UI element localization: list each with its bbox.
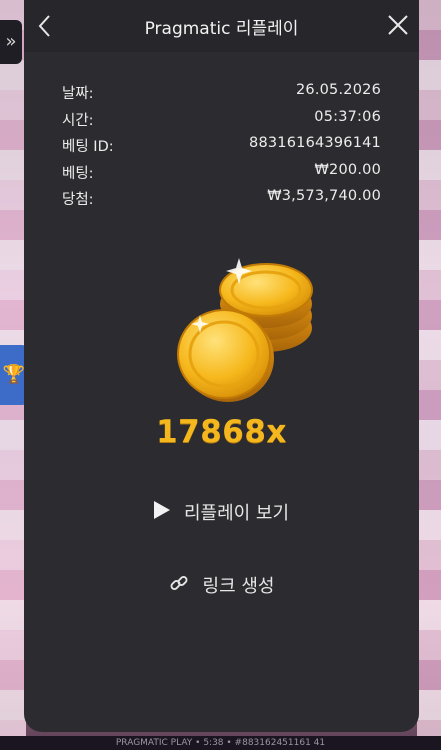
- info-row-bet-id: 베팅 ID: 88316164396141: [62, 135, 381, 162]
- modal-title: Pragmatic 리플레이: [144, 19, 299, 39]
- modal-header: Pragmatic 리플레이: [24, 0, 419, 52]
- watch-replay-label: 리플레이 보기: [183, 503, 290, 524]
- create-link-label: 링크 생성: [202, 576, 275, 597]
- date-label: 날짜:: [62, 86, 94, 102]
- win-multiplier: 17868x: [156, 414, 287, 450]
- win-value: ₩3,573,740.00: [267, 188, 381, 204]
- bet-id-label: 베팅 ID:: [62, 139, 114, 155]
- time-label: 시간:: [62, 112, 94, 129]
- bet-label: 베팅:: [62, 165, 94, 182]
- info-row-date: 날짜: 26.05.2026: [62, 82, 381, 109]
- trophy-icon: 🏆: [2, 364, 26, 385]
- create-link-button[interactable]: 링크 생성: [24, 570, 419, 600]
- bet-id-value: 88316164396141: [249, 135, 381, 151]
- close-icon: [388, 15, 408, 35]
- expand-panel-button[interactable]: »: [0, 20, 22, 64]
- date-value: 26.05.2026: [295, 82, 381, 98]
- win-label: 당첨:: [62, 192, 94, 208]
- time-value: 05:37:06: [314, 108, 381, 125]
- game-footer: PRAGMATIC PLAY • 5:38 • #883162451161 41: [0, 736, 441, 750]
- info-row-time: 시간: 05:37:06: [62, 109, 381, 136]
- close-button[interactable]: [385, 12, 411, 40]
- info-row-win: 당첨: ₩3,573,740.00: [62, 188, 381, 215]
- background-decoration-right: [417, 0, 441, 750]
- bet-value: ₩200.00: [314, 161, 381, 178]
- info-row-bet: 베팅: ₩200.00: [62, 162, 381, 189]
- bet-info: 날짜: 26.05.2026 시간: 05:37:06 베팅 ID: 88316…: [62, 82, 381, 215]
- double-chevron-icon: »: [5, 31, 17, 52]
- gold-coins-icon: [177, 258, 313, 402]
- play-icon: [153, 500, 170, 524]
- replay-modal: Pragmatic 리플레이 날짜: 26.05.2026 시간: 05:37:…: [24, 0, 419, 732]
- watch-replay-button[interactable]: 리플레이 보기: [24, 497, 419, 527]
- link-icon: [169, 573, 189, 598]
